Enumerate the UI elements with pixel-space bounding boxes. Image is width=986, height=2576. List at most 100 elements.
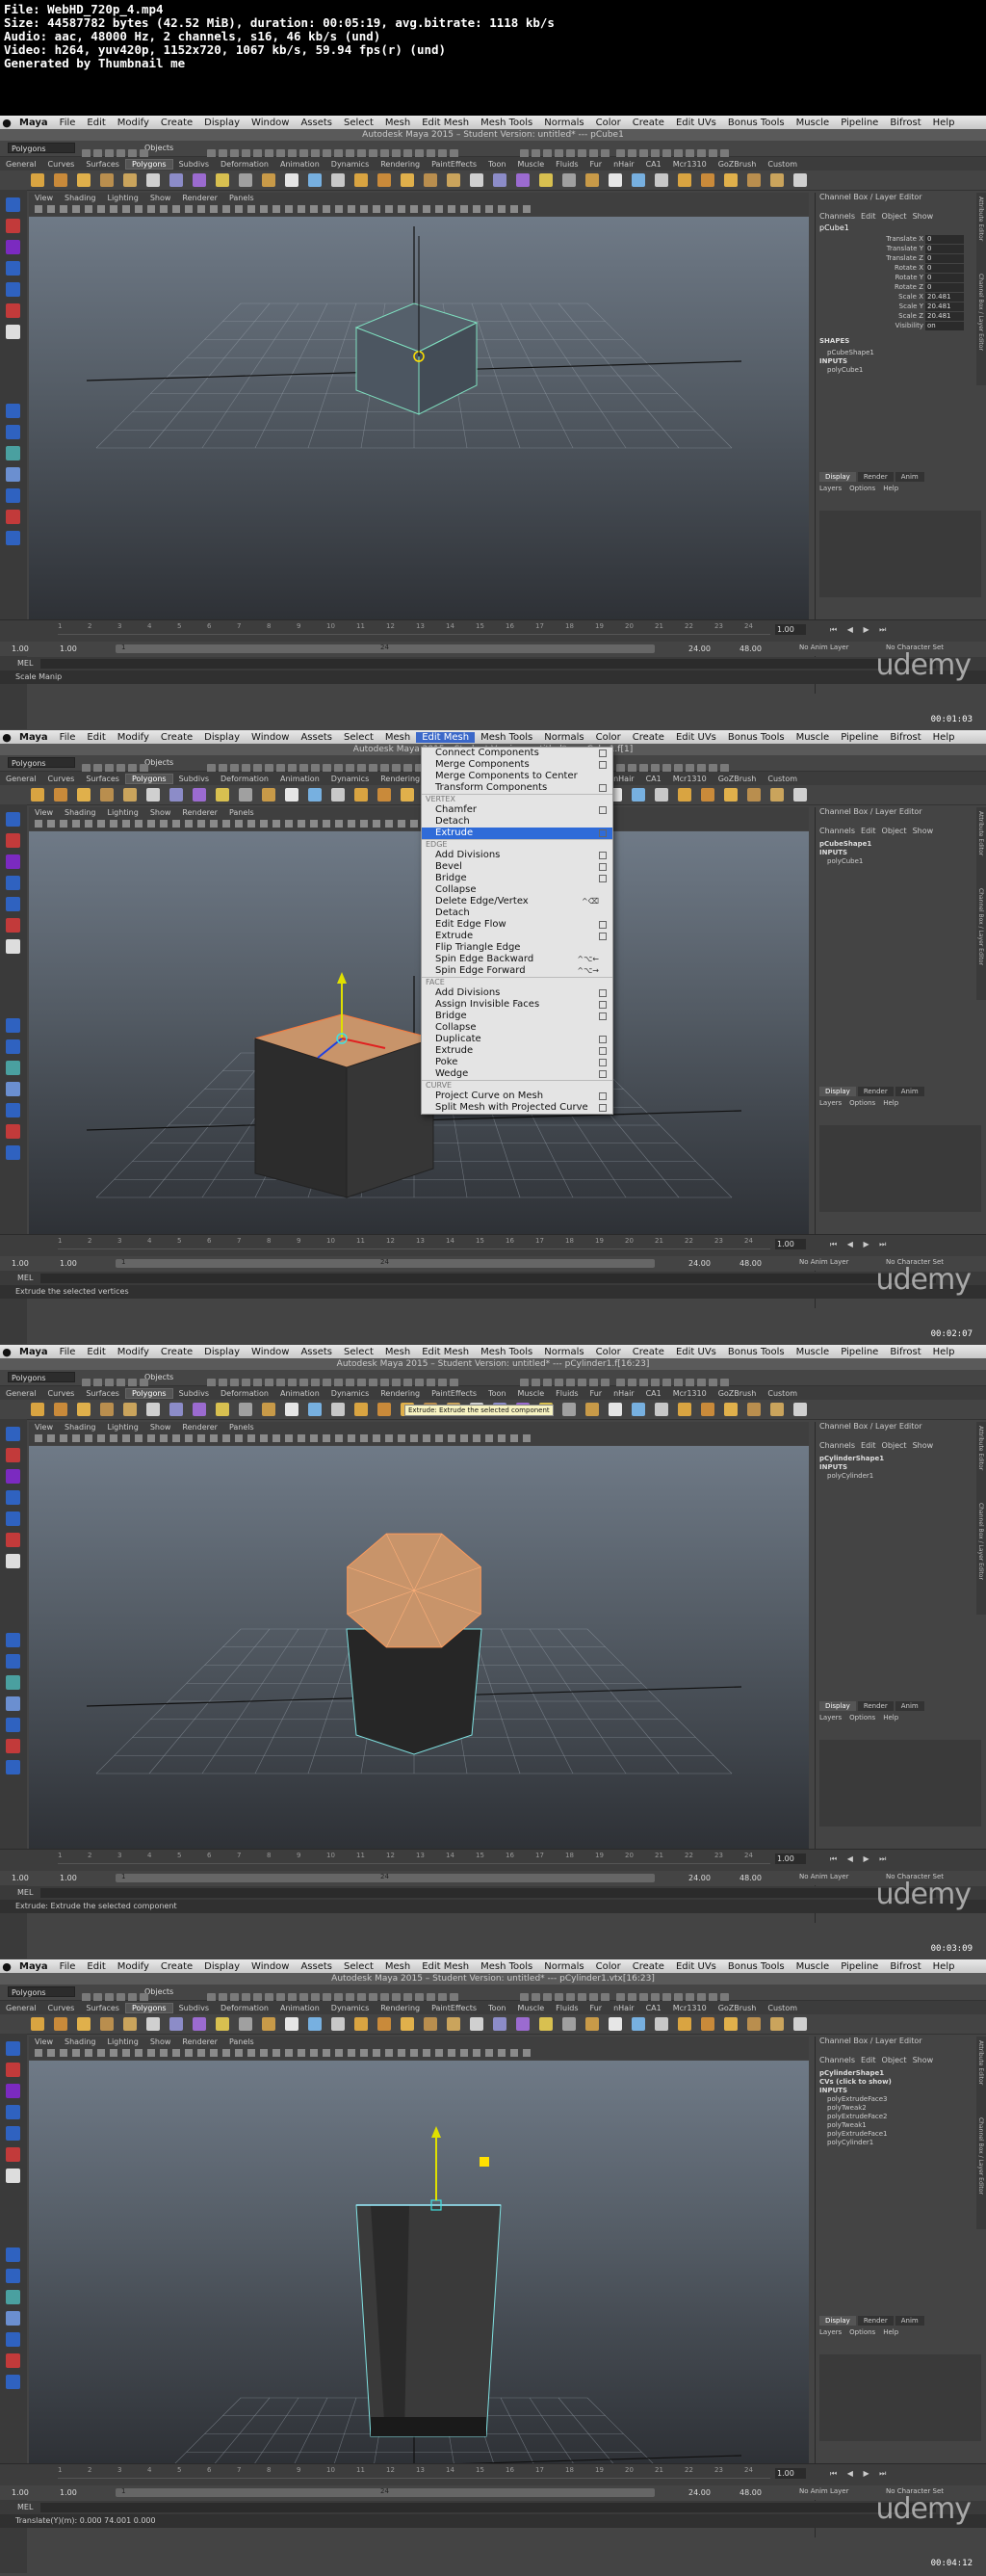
menu-muscle[interactable]: Muscle — [791, 1347, 836, 1357]
tool-icon[interactable] — [6, 2126, 20, 2141]
option-box-icon[interactable] — [599, 806, 607, 814]
panel-tool-icon[interactable] — [335, 205, 343, 213]
option-box-icon[interactable] — [599, 989, 607, 997]
panel-tool-icon[interactable] — [272, 820, 280, 828]
shelf-tool-icon[interactable] — [678, 173, 691, 187]
shelf-tool-icon[interactable] — [193, 1403, 206, 1416]
panel-tool-icon[interactable] — [72, 820, 80, 828]
anim-layer-selector[interactable]: No Anim Layer — [799, 1258, 848, 1266]
shelf-tool-icon[interactable] — [331, 1403, 345, 1416]
channel-menu-object[interactable]: Object — [882, 827, 907, 835]
menu-color[interactable]: Color — [590, 1347, 627, 1357]
tool-icon[interactable] — [6, 303, 20, 318]
menu-pipeline[interactable]: Pipeline — [835, 118, 884, 128]
panel-tool-icon[interactable] — [298, 1434, 305, 1442]
panel-tool-icon[interactable] — [410, 2049, 418, 2057]
dropdown-menu-item[interactable]: Detach — [422, 907, 612, 919]
panel-tool-icon[interactable] — [222, 1434, 230, 1442]
panel-tool-icon[interactable] — [47, 205, 55, 213]
shelf-tab-polygons[interactable]: Polygons — [124, 2002, 173, 2013]
shape-node[interactable]: polyExtrudeFace1 — [827, 2130, 887, 2138]
shape-node[interactable]: INPUTS — [819, 2087, 847, 2094]
menu-normals[interactable]: Normals — [538, 118, 589, 128]
shelf-tool-icon[interactable] — [401, 173, 414, 187]
dropdown-menu-item[interactable]: Detach — [422, 816, 612, 828]
anim-layer-selector[interactable]: No Anim Layer — [799, 644, 848, 651]
shelf-tab-rendering[interactable]: Rendering — [375, 1389, 426, 1398]
shelf-tool-icon[interactable] — [193, 173, 206, 187]
panel-tool-icon[interactable] — [135, 2049, 143, 2057]
panel-tool-icon[interactable] — [172, 205, 180, 213]
shelf-tool-icon[interactable] — [609, 1403, 622, 1416]
panel-tool-icon[interactable] — [298, 205, 305, 213]
dropdown-menu-item[interactable]: Wedge — [422, 1068, 612, 1080]
panel-menu-show[interactable]: Show — [144, 1423, 177, 1432]
tool-icon[interactable] — [6, 1061, 20, 1075]
tool-icon[interactable] — [6, 812, 20, 827]
panel-tool-icon[interactable] — [298, 820, 305, 828]
tool-icon[interactable] — [6, 404, 20, 418]
shelf-tool-icon[interactable] — [724, 2017, 738, 2031]
shelf-tab-subdivs[interactable]: Subdivs — [173, 2004, 215, 2012]
menu-edit[interactable]: Edit — [81, 118, 111, 128]
option-box-icon[interactable] — [599, 784, 607, 792]
menu-bifrost[interactable]: Bifrost — [884, 1347, 926, 1357]
channel-attr[interactable]: Rotate Z0 — [819, 283, 964, 292]
channel-menu-show[interactable]: Show — [913, 2056, 934, 2064]
panel-menu-lighting[interactable]: Lighting — [101, 1423, 143, 1432]
shelf-tool-icon[interactable] — [701, 2017, 714, 2031]
shelf-tool-icon[interactable] — [747, 173, 761, 187]
option-box-icon[interactable] — [599, 1104, 607, 1112]
menu-edit[interactable]: Edit — [81, 1347, 111, 1357]
panel-tool-icon[interactable] — [435, 205, 443, 213]
panel-tool-icon[interactable] — [473, 1434, 480, 1442]
panel-tool-icon[interactable] — [160, 2049, 168, 2057]
menu-muscle[interactable]: Muscle — [791, 118, 836, 128]
menu-edit-mesh[interactable]: Edit Mesh — [416, 1347, 475, 1357]
panel-tool-icon[interactable] — [460, 1434, 468, 1442]
panel-tool-icon[interactable] — [460, 2049, 468, 2057]
panel-tool-icon[interactable] — [235, 820, 243, 828]
shelf-tab-muscle[interactable]: Muscle — [511, 160, 550, 169]
tool-icon[interactable] — [6, 510, 20, 524]
shape-node[interactable]: INPUTS — [819, 849, 847, 856]
shelf-tool-icon[interactable] — [77, 173, 91, 187]
shelf-tab-subdivs[interactable]: Subdivs — [173, 160, 215, 169]
shelf-tool-icon[interactable] — [470, 173, 483, 187]
tool-icon[interactable] — [6, 2084, 20, 2098]
panel-tool-icon[interactable] — [172, 2049, 180, 2057]
panel-tool-icon[interactable] — [72, 1434, 80, 1442]
dropdown-menu-item[interactable]: Add Divisions — [422, 850, 612, 861]
menu-help[interactable]: Help — [927, 1347, 961, 1357]
menu-window[interactable]: Window — [246, 732, 295, 743]
layer-menu-help[interactable]: Help — [883, 2328, 898, 2336]
range-total-field[interactable]: 48.00 — [740, 1258, 762, 1269]
panel-menu-panels[interactable]: Panels — [223, 1423, 260, 1432]
panel-menu-panels[interactable]: Panels — [223, 808, 260, 817]
channel-menu-show[interactable]: Show — [913, 827, 934, 835]
channel-menu-channels[interactable]: Channels — [819, 2056, 855, 2064]
menu-create[interactable]: Create — [627, 1347, 670, 1357]
panel-tool-icon[interactable] — [360, 820, 368, 828]
panel-tool-icon[interactable] — [435, 1434, 443, 1442]
range-end-field[interactable]: 24.00 — [688, 644, 711, 654]
tool-icon[interactable] — [6, 1427, 20, 1441]
shape-node[interactable]: polyCylinder1 — [827, 1472, 873, 1480]
panel-tool-icon[interactable] — [235, 2049, 243, 2057]
panel-tool-icon[interactable] — [210, 2049, 218, 2057]
shelf-tool-icon[interactable] — [285, 173, 298, 187]
shelf-tab-subdivs[interactable]: Subdivs — [173, 1389, 215, 1398]
apple-icon[interactable]: ● — [0, 116, 13, 129]
shelf-tool-icon[interactable] — [308, 788, 322, 802]
menu-color[interactable]: Color — [590, 118, 627, 128]
shelf-tool-icon[interactable] — [401, 2017, 414, 2031]
tool-icon[interactable] — [6, 1018, 20, 1033]
tool-icon[interactable] — [6, 425, 20, 439]
panel-tool-icon[interactable] — [85, 2049, 92, 2057]
shelf-tool-icon[interactable] — [146, 788, 160, 802]
layer-tab-anim[interactable]: Anim — [895, 472, 924, 482]
shelf-tab-surfaces[interactable]: Surfaces — [80, 160, 125, 169]
shelf-tool-icon[interactable] — [470, 2017, 483, 2031]
shelf-tool-icon[interactable] — [31, 1403, 44, 1416]
menu-create[interactable]: Create — [627, 1961, 670, 1972]
